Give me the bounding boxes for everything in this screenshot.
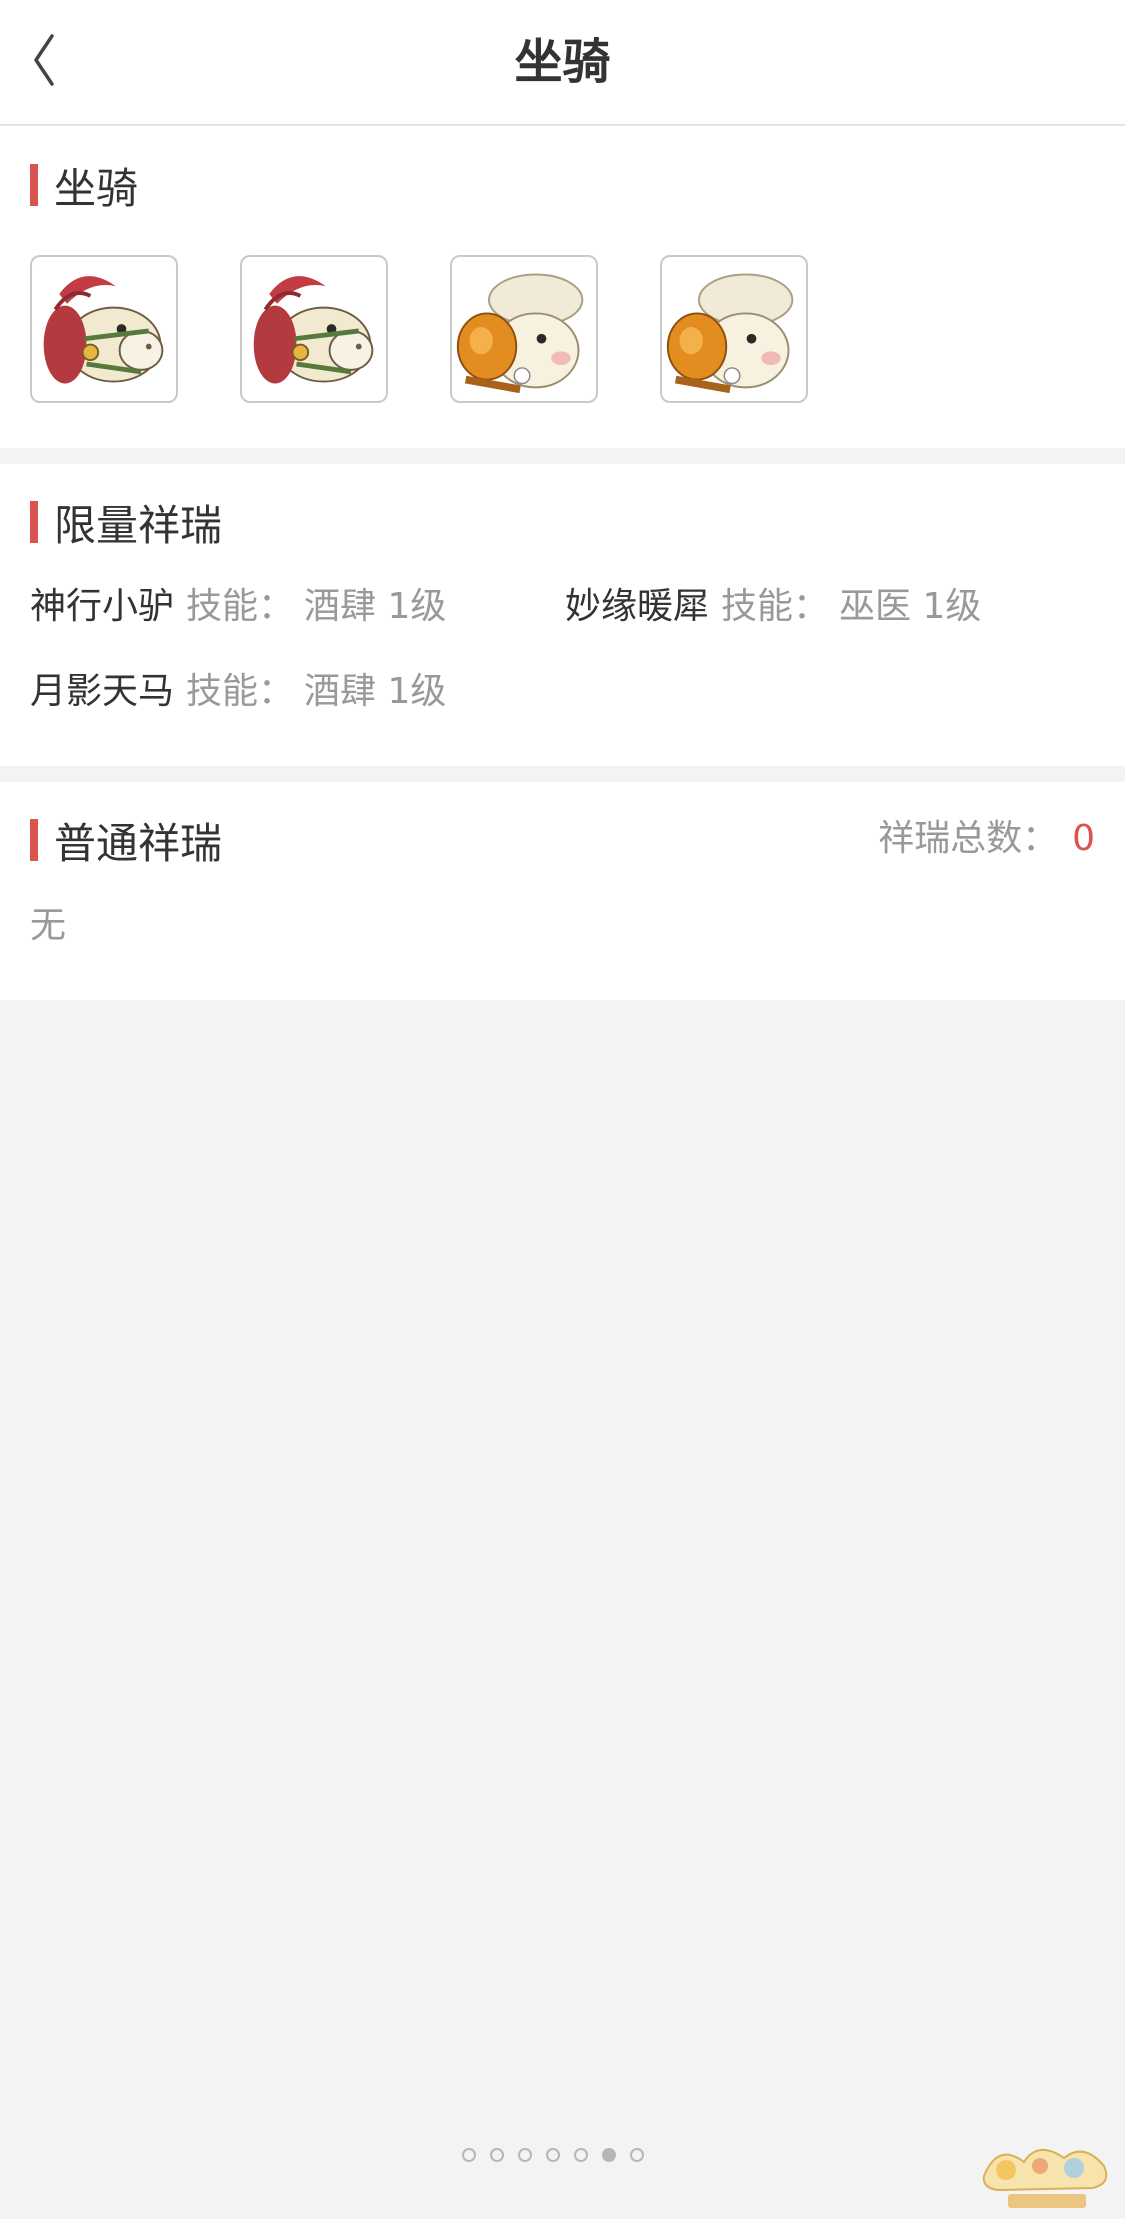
page-indicator (462, 2148, 658, 2162)
mount-slot-2[interactable] (240, 255, 388, 403)
page-dot-active[interactable] (602, 2148, 616, 2162)
page-dot[interactable] (546, 2148, 560, 2162)
horse-mount-icon (253, 276, 374, 384)
limited-item: 妙缘暖犀 技能： 巫医 1级 (565, 585, 981, 629)
game-logo-watermark (982, 2149, 1108, 2208)
accent-bar (30, 501, 38, 543)
page-dot[interactable] (490, 2148, 504, 2162)
accent-bar (30, 819, 38, 861)
mount-list (30, 255, 870, 403)
skill-label: 技能： (186, 586, 295, 627)
skill-value: 巫医 1级 (839, 586, 982, 627)
page-dot[interactable] (518, 2148, 532, 2162)
item-name: 妙缘暖犀 (565, 586, 710, 627)
item-name: 月影天马 (30, 671, 175, 712)
empty-text: 无 (30, 905, 67, 946)
section-header: 普通祥瑞 (30, 818, 222, 868)
page-dot[interactable] (462, 2148, 476, 2162)
page-dot[interactable] (574, 2148, 588, 2162)
mount-slot-3[interactable] (450, 255, 598, 403)
skill-value: 酒肆 1级 (304, 671, 447, 712)
total-count-value: 0 (1072, 818, 1095, 859)
skill-label: 技能： (721, 586, 830, 627)
mount-slot-1[interactable] (30, 255, 178, 403)
sheep-mount-icon (456, 273, 584, 394)
limited-item: 神行小驴 技能： 酒肆 1级 (30, 585, 446, 629)
section-header: 限量祥瑞 (30, 500, 222, 550)
section-title: 普通祥瑞 (54, 818, 223, 868)
accent-bar (30, 164, 38, 206)
sheep-mount-icon (666, 273, 794, 394)
section-header: 坐骑 (30, 163, 138, 213)
horse-mount-icon (43, 276, 164, 384)
skill-label: 技能： (186, 671, 295, 712)
total-count-label: 祥瑞总数： (878, 818, 1059, 859)
section-title: 限量祥瑞 (54, 500, 223, 550)
mount-slot-4[interactable] (660, 255, 808, 403)
total-count: 祥瑞总数： 0 (878, 817, 1095, 861)
top-navbar: 坐骑 (0, 0, 1125, 126)
section-title: 坐骑 (54, 163, 139, 213)
normal-section: 普通祥瑞 祥瑞总数： 0 无 (0, 782, 1125, 1000)
skill-value: 酒肆 1级 (304, 586, 447, 627)
item-name: 神行小驴 (30, 586, 175, 627)
limited-item: 月影天马 技能： 酒肆 1级 (30, 670, 446, 714)
page-title: 坐骑 (514, 34, 611, 90)
page-dot[interactable] (630, 2148, 644, 2162)
limited-section: 限量祥瑞 神行小驴 技能： 酒肆 1级 妙缘暖犀 技能： 巫医 1级 月影天马 技能： 酒肆… (0, 464, 1125, 766)
